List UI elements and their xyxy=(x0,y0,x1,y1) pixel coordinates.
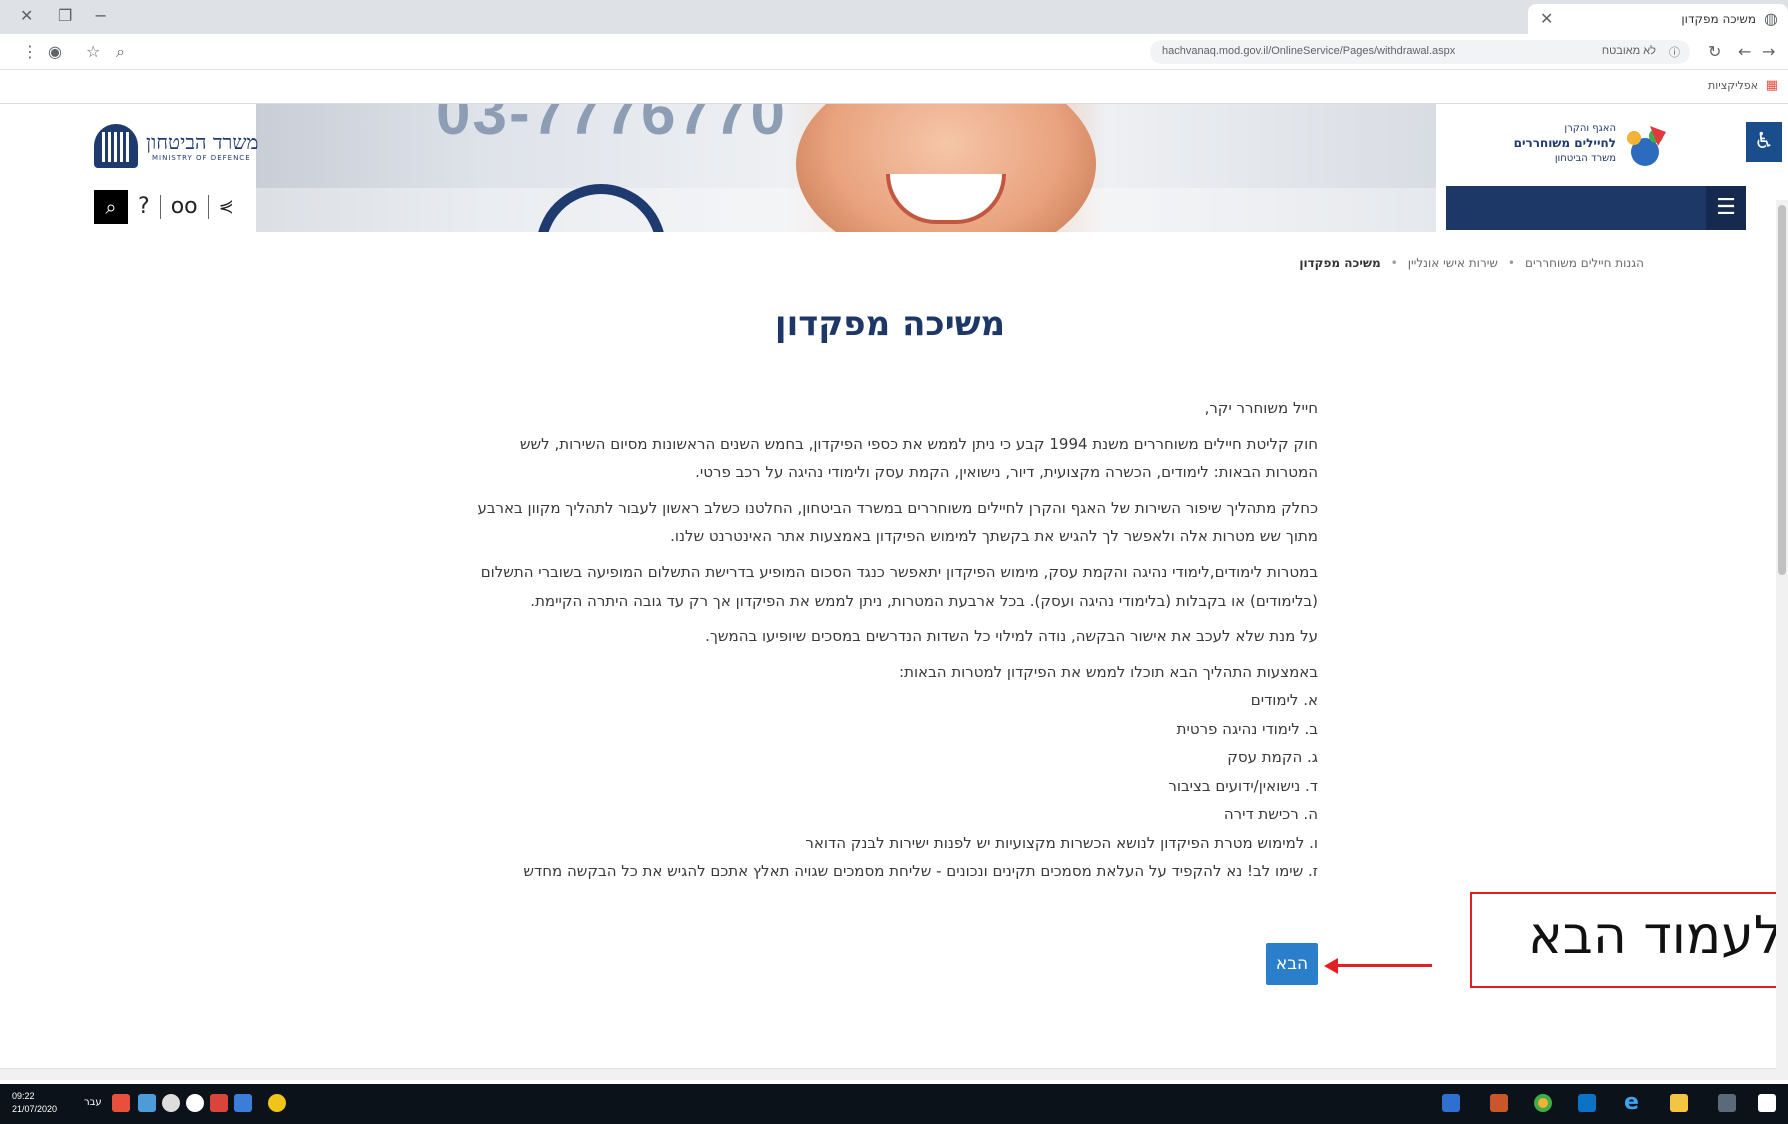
header-tools: ⌕ ? oo ⋞ xyxy=(94,190,242,224)
annotation-box: לעמוד הבא xyxy=(1470,892,1788,988)
tool-divider xyxy=(159,195,161,219)
windows-taskbar: 09:22 21/07/2020 עבר e xyxy=(0,1084,1788,1124)
hamburger-menu-icon[interactable]: ☰ xyxy=(1706,186,1746,230)
back-icon[interactable]: ← xyxy=(1738,44,1751,60)
taskbar-taskview-icon[interactable] xyxy=(1718,1094,1736,1112)
ministry-name: משרד הביטחון xyxy=(146,130,259,154)
search-icon[interactable]: ⌕ xyxy=(94,190,128,224)
taskbar-clock[interactable]: 09:22 21/07/2020 xyxy=(12,1090,57,1116)
breadcrumb-separator: • xyxy=(1507,256,1515,270)
tray-network-icon[interactable] xyxy=(138,1094,156,1112)
law-paragraph: חוק קליטת חיילים משוחררים משנת 1994 קבע … xyxy=(519,434,1318,482)
tray-security-icon[interactable] xyxy=(210,1094,228,1112)
info-icon[interactable]: ⓘ xyxy=(1669,44,1680,60)
accessibility-icon[interactable]: ♿ xyxy=(1746,122,1782,162)
share-icon[interactable]: ⋞ xyxy=(219,190,234,224)
tray-app-icon[interactable] xyxy=(112,1094,130,1112)
fund-line-3: משרד הביטחון xyxy=(1554,153,1616,164)
taskbar-word-icon[interactable] xyxy=(1442,1094,1460,1112)
taskbar-time: 09:22 xyxy=(12,1091,35,1101)
main-nav-bar: ☰ xyxy=(1446,186,1746,230)
fields-paragraph: על מנת שלא לעכב את אישור הבקשה, נודה למי… xyxy=(705,627,1318,646)
greeting-paragraph: חייל משוחרר יקר, xyxy=(1204,399,1318,417)
next-button[interactable]: הבא xyxy=(1266,943,1318,985)
reload-icon[interactable]: ↻ xyxy=(1708,44,1721,60)
tray-update-icon[interactable] xyxy=(234,1094,252,1112)
banner-phone-number: 03-7776770 xyxy=(436,104,787,148)
minimize-window-icon[interactable]: − xyxy=(94,8,107,24)
purposes-list: א. לימודים ב. לימודי נהיגה פרטית ג. הקמת… xyxy=(466,686,1318,886)
tray-status-icon[interactable] xyxy=(268,1094,286,1112)
tray-sync-icon[interactable] xyxy=(186,1094,204,1112)
hotline-banner: 03-7776770 xyxy=(256,104,1436,232)
process-paragraph: כחלק מתהליך שיפור השירות של האגף והקרן ל… xyxy=(477,498,1319,546)
browser-tab-bar: ✕ ❐ − + ✕ משיכה מפקדון ◍ xyxy=(0,0,1788,34)
tab-title: משיכה מפקדון xyxy=(1681,12,1756,26)
url-text: hachvanaq.mod.gov.il/OnlineService/Pages… xyxy=(1162,45,1456,57)
list-item: ז. שימו לב! נא להקפיד על העלאת מסמכים תק… xyxy=(523,862,1318,881)
breadcrumb: הגנות חיילים משוחררים • שירות אישי אונליין… xyxy=(1280,256,1644,270)
forward-icon[interactable]: → xyxy=(1762,44,1775,60)
star-icon[interactable]: ☆ xyxy=(86,44,100,60)
url-field[interactable]: hachvanaq.mod.gov.il/OnlineService/Pages… xyxy=(1150,40,1690,64)
taskbar-edge-icon[interactable]: e xyxy=(1624,1092,1642,1114)
close-window-icon[interactable]: ✕ xyxy=(20,8,33,24)
annotation-text: לעמוד הבא xyxy=(1528,906,1784,966)
taskbar-outlook-icon[interactable] xyxy=(1578,1094,1596,1112)
apps-label[interactable]: אפליקציות xyxy=(1708,79,1758,92)
page-title: משיכה מפקדון xyxy=(774,304,1006,344)
windows-start-icon[interactable] xyxy=(1758,1094,1776,1112)
main-content: חייל משוחרר יקר, חוק קליטת חיילים משוחרר… xyxy=(466,394,1319,886)
tool-divider xyxy=(207,195,209,219)
zoom-icon[interactable]: ⌕ xyxy=(116,44,125,60)
menu-dots-icon[interactable]: ⋮ xyxy=(22,44,38,60)
annotation-arrow xyxy=(1332,964,1432,967)
security-label: לא מאובטח xyxy=(1601,45,1656,57)
profile-icon[interactable]: ◉ xyxy=(48,44,62,60)
list-item: ו. למימוש מטרת הפיקדון לנושא הכשרות מקצו… xyxy=(805,833,1318,852)
taskbar-language[interactable]: עבר xyxy=(84,1097,102,1108)
apps-grid-icon[interactable]: ▦ xyxy=(1766,78,1778,93)
list-item: ג. הקמת עסק xyxy=(1227,748,1318,767)
bookmarks-bar: אפליקציות ▦ xyxy=(0,70,1788,104)
list-intro-paragraph: באמצעות התהליך הבא תוכלו לממש את הפיקדון… xyxy=(899,662,1318,681)
breadcrumb-item-current: משיכה מפקדון xyxy=(1299,256,1381,270)
taskbar-explorer-icon[interactable] xyxy=(1670,1094,1688,1112)
ministry-subtitle: MINISTRY OF DEFENCE xyxy=(152,154,251,162)
fund-logo-text: האגף והקרן לחיילים משוחררים משרד הביטחון xyxy=(1486,122,1616,166)
list-item: ד. נישואין/ידועים בציבור xyxy=(1168,776,1318,795)
site-header: 03-7776770 משרד הביטחון MINISTRY OF DEFE… xyxy=(6,104,1782,232)
vertical-scroll-thumb[interactable] xyxy=(1778,205,1786,575)
breadcrumb-separator: • xyxy=(1390,256,1398,270)
globe-icon: ◍ xyxy=(1764,9,1778,28)
help-icon[interactable]: ? xyxy=(138,190,150,224)
tray-volume-icon[interactable] xyxy=(162,1094,180,1112)
taskbar-chrome-icon[interactable] xyxy=(1534,1094,1552,1112)
breadcrumb-item-online[interactable]: שירות אישי אונליין xyxy=(1408,256,1498,270)
breadcrumb-item-home[interactable]: הגנות חיילים משוחררים xyxy=(1525,256,1644,270)
ministry-logo-icon[interactable] xyxy=(94,124,138,168)
taskbar-date: 21/07/2020 xyxy=(12,1104,58,1114)
horizontal-scrollbar[interactable] xyxy=(0,1068,1776,1080)
fund-logo-icon[interactable] xyxy=(1620,122,1670,172)
list-item: ב. לימודי נהיגה פרטית xyxy=(1176,719,1318,738)
address-bar-row: ⋮ ◉ ☆ ⌕ hachvanaq.mod.gov.il/OnlineServi… xyxy=(0,34,1788,70)
browser-tab[interactable]: ✕ משיכה מפקדון ◍ xyxy=(1528,4,1788,34)
fund-line-1: האגף והקרן xyxy=(1564,123,1616,134)
tab-close-icon[interactable]: ✕ xyxy=(1540,11,1553,27)
fund-line-2: לחיילים משוחררים xyxy=(1513,136,1616,150)
taskbar-powerpoint-icon[interactable] xyxy=(1490,1094,1508,1112)
accessibility-glasses-icon[interactable]: oo xyxy=(171,190,198,224)
restore-window-icon[interactable]: ❐ xyxy=(58,8,72,24)
list-item: ה. רכישת דירה xyxy=(1223,805,1318,824)
goals-paragraph: במטרות לימודים,לימודי נהיגה והקמת עסק, מ… xyxy=(480,562,1318,610)
list-item: א. לימודים xyxy=(1250,691,1318,710)
